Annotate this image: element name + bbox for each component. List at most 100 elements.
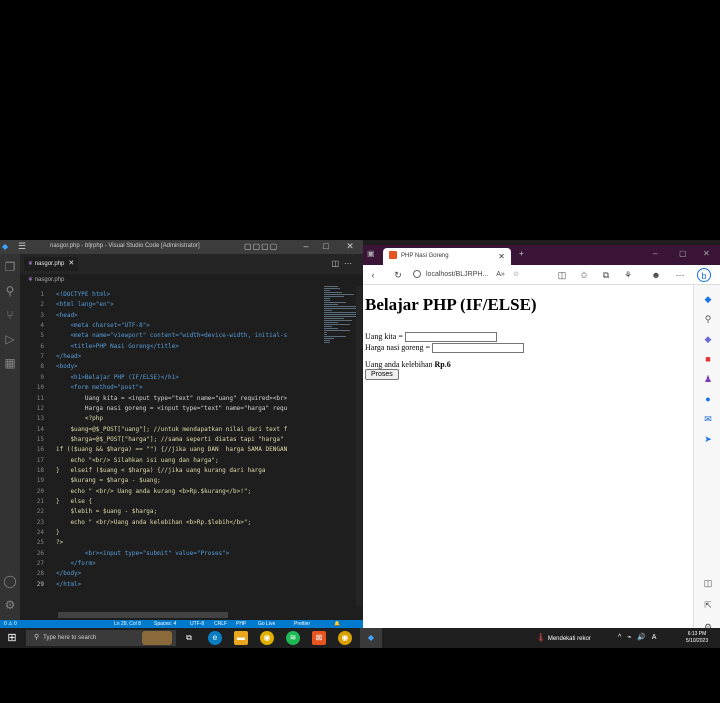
tab-nasgor-php[interactable]: ❦ nasgor.php ✕ bbox=[24, 257, 79, 271]
code-line[interactable]: 24} bbox=[20, 528, 320, 538]
code-line[interactable]: 18} elseif ($uang < $harga) {//jika uang… bbox=[20, 466, 320, 476]
eol-status[interactable]: CRLF bbox=[214, 620, 227, 628]
address-bar[interactable]: localhost/BLJRPH... A» ☆ bbox=[413, 268, 543, 282]
code-line[interactable]: 13 <?php bbox=[20, 414, 320, 424]
language-status[interactable]: PHP bbox=[236, 620, 246, 628]
harga-input[interactable] bbox=[432, 343, 525, 354]
browser-tab[interactable]: PHP Nasi Goreng ✕ bbox=[383, 248, 511, 265]
minimap[interactable] bbox=[322, 286, 356, 346]
settings-gear-icon[interactable]: ⚙ bbox=[3, 598, 17, 612]
explorer-icon[interactable]: ❐ bbox=[3, 260, 17, 274]
windows-start-icon[interactable]: ⊞ bbox=[6, 632, 18, 644]
shopping-bag-icon[interactable]: ◆ bbox=[702, 293, 714, 305]
office-icon[interactable]: ● bbox=[702, 393, 714, 405]
language-icon[interactable]: A bbox=[652, 634, 659, 641]
run-debug-icon[interactable]: ▷ bbox=[3, 332, 17, 346]
code-line[interactable]: 10 <form method="post"> bbox=[20, 383, 320, 393]
system-tray[interactable]: ^ ⌁ 🔊 A bbox=[618, 628, 658, 648]
code-line[interactable]: 3 <head> bbox=[20, 311, 320, 321]
code-line[interactable]: 25 ?> bbox=[20, 538, 320, 548]
read-aloud-icon[interactable]: A» bbox=[496, 271, 505, 278]
code-line[interactable]: 11 Uang kita = <input type="text" name="… bbox=[20, 394, 320, 404]
search-icon[interactable]: ⚲ bbox=[3, 284, 17, 298]
indentation-status[interactable]: Spaces: 4 bbox=[154, 620, 176, 628]
code-line[interactable]: 9 <h1>Belajar PHP (IF/ELSE)</h1> bbox=[20, 373, 320, 383]
minimize-icon[interactable]: – bbox=[653, 249, 657, 258]
more-menu-icon[interactable]: ⋯ bbox=[673, 268, 687, 282]
tab-actions-icon[interactable]: ▣ bbox=[367, 249, 375, 258]
back-icon[interactable]: ‹ bbox=[366, 268, 380, 282]
maximize-icon[interactable]: ▢ bbox=[679, 249, 687, 258]
code-line[interactable]: 26 <br><input type="submit" value="Prose… bbox=[20, 549, 320, 559]
code-line[interactable]: 1 <!DOCTYPE html> bbox=[20, 290, 320, 300]
network-icon[interactable]: ⌁ bbox=[627, 634, 633, 641]
search-icon[interactable]: ⚲ bbox=[702, 313, 714, 325]
code-line[interactable]: 17 echo "<br/> Silahkan isi uang dan har… bbox=[20, 456, 320, 466]
edge-app-icon[interactable]: e bbox=[208, 631, 222, 645]
notifications-bell-icon[interactable]: 🔔 bbox=[334, 620, 340, 628]
vscode-app-icon[interactable]: ◆ bbox=[364, 631, 378, 645]
code-line[interactable]: 6 <title>PHP Nasi Goreng</title> bbox=[20, 342, 320, 352]
code-line[interactable]: 2 <html lang="en"> bbox=[20, 300, 320, 310]
code-line[interactable]: 8 <body> bbox=[20, 362, 320, 372]
collections-icon[interactable]: ⧉ bbox=[599, 268, 613, 282]
code-line[interactable]: 21} else { bbox=[20, 497, 320, 507]
code-line[interactable]: 15 $harga=@$_POST["harga"]; //sama seper… bbox=[20, 435, 320, 445]
layout-toggle-icons[interactable]: ▢▢▢▢ bbox=[244, 242, 278, 251]
weather-widget[interactable]: 🌡 Mendekati rekor bbox=[536, 628, 591, 648]
close-icon[interactable]: ✕ bbox=[703, 249, 710, 258]
tray-chevron-icon[interactable]: ^ bbox=[618, 634, 623, 641]
refresh-icon[interactable]: ↻ bbox=[391, 268, 405, 282]
clock[interactable]: 6:13 PM 5/10/2023 bbox=[682, 631, 712, 645]
sidebar-toggle-icon[interactable]: ◫ bbox=[702, 577, 714, 589]
code-line[interactable]: 5 <meta name="viewport" content="width=d… bbox=[20, 331, 320, 341]
uang-input[interactable] bbox=[404, 332, 497, 343]
favorite-star-icon[interactable]: ☆ bbox=[513, 271, 519, 278]
send-icon[interactable]: ➤ bbox=[702, 433, 714, 445]
menu-icon[interactable]: ☰ bbox=[18, 242, 26, 251]
file-explorer-icon[interactable]: ▬ bbox=[234, 631, 248, 645]
briefcase-icon[interactable]: ■ bbox=[702, 353, 714, 365]
prettier-status[interactable]: Prettier bbox=[294, 620, 310, 628]
taskbar-search[interactable]: ⚲ Type here to search bbox=[26, 630, 176, 646]
chrome-app-icon[interactable]: ◉ bbox=[260, 631, 274, 645]
split-editor-icon[interactable]: ◫⋯ bbox=[331, 259, 357, 268]
code-line[interactable]: 16 if (($uang && $harga) == "") {//jika u… bbox=[20, 445, 320, 455]
proses-button[interactable]: Proses bbox=[365, 369, 399, 380]
code-line[interactable]: 7 </head> bbox=[20, 352, 320, 362]
games-icon[interactable]: ♟ bbox=[702, 373, 714, 385]
extensions-icon[interactable]: ⚘ bbox=[621, 268, 635, 282]
volume-icon[interactable]: 🔊 bbox=[637, 634, 648, 641]
breadcrumb-file[interactable]: nasgor.php bbox=[35, 277, 65, 283]
code-line[interactable]: 4 <meta charset="UTF-8"> bbox=[20, 321, 320, 331]
go-live-button[interactable]: Go Live bbox=[258, 620, 275, 628]
encoding-status[interactable]: UTF-8 bbox=[190, 620, 204, 628]
code-line[interactable]: 23 echo " <br/>Uang anda kelebihan <b>Rp… bbox=[20, 518, 320, 528]
code-line[interactable]: 22 $lebih = $uang - $harga; bbox=[20, 507, 320, 517]
tab-close-icon[interactable]: ✕ bbox=[498, 248, 505, 265]
maximize-icon[interactable]: □ bbox=[320, 241, 332, 251]
code-line[interactable]: 12 Harga nasi goreng = <input type="text… bbox=[20, 404, 320, 414]
horizontal-scrollbar[interactable] bbox=[58, 612, 228, 618]
outlook-icon[interactable]: ✉ bbox=[702, 413, 714, 425]
vertical-scrollbar[interactable] bbox=[356, 286, 362, 606]
code-line[interactable]: 20 echo " <br/> Uang anda kurang <b>Rp.$… bbox=[20, 487, 320, 497]
code-line[interactable]: 19 $kurang = $harga - $uang; bbox=[20, 476, 320, 486]
source-control-icon[interactable]: ⑂ bbox=[3, 308, 17, 322]
extensions-icon[interactable]: ▦ bbox=[3, 356, 17, 370]
close-icon[interactable]: ✕ bbox=[344, 241, 356, 252]
code-editor[interactable]: 1 <!DOCTYPE html> 2 <html lang="en"> 3 <head>… bbox=[20, 286, 320, 606]
tools-icon[interactable]: ◆ bbox=[702, 333, 714, 345]
problems-status[interactable]: 0 ⚠ 0 bbox=[4, 620, 17, 628]
code-line[interactable]: 28 </body> bbox=[20, 569, 320, 579]
spotify-app-icon[interactable]: ≋ bbox=[286, 631, 300, 645]
account-icon[interactable]: ◯ bbox=[3, 574, 17, 588]
code-line[interactable]: 29 </html> bbox=[20, 580, 320, 590]
split-screen-icon[interactable]: ◫ bbox=[555, 268, 569, 282]
minimize-icon[interactable]: – bbox=[300, 241, 312, 251]
cursor-position[interactable]: Ln 29, Col 8 bbox=[114, 620, 141, 628]
code-line[interactable]: 27 </form> bbox=[20, 559, 320, 569]
tab-close-icon[interactable]: ✕ bbox=[68, 260, 74, 267]
xampp-app-icon[interactable]: ⊠ bbox=[312, 631, 326, 645]
favorites-icon[interactable]: ✩ bbox=[577, 268, 591, 282]
